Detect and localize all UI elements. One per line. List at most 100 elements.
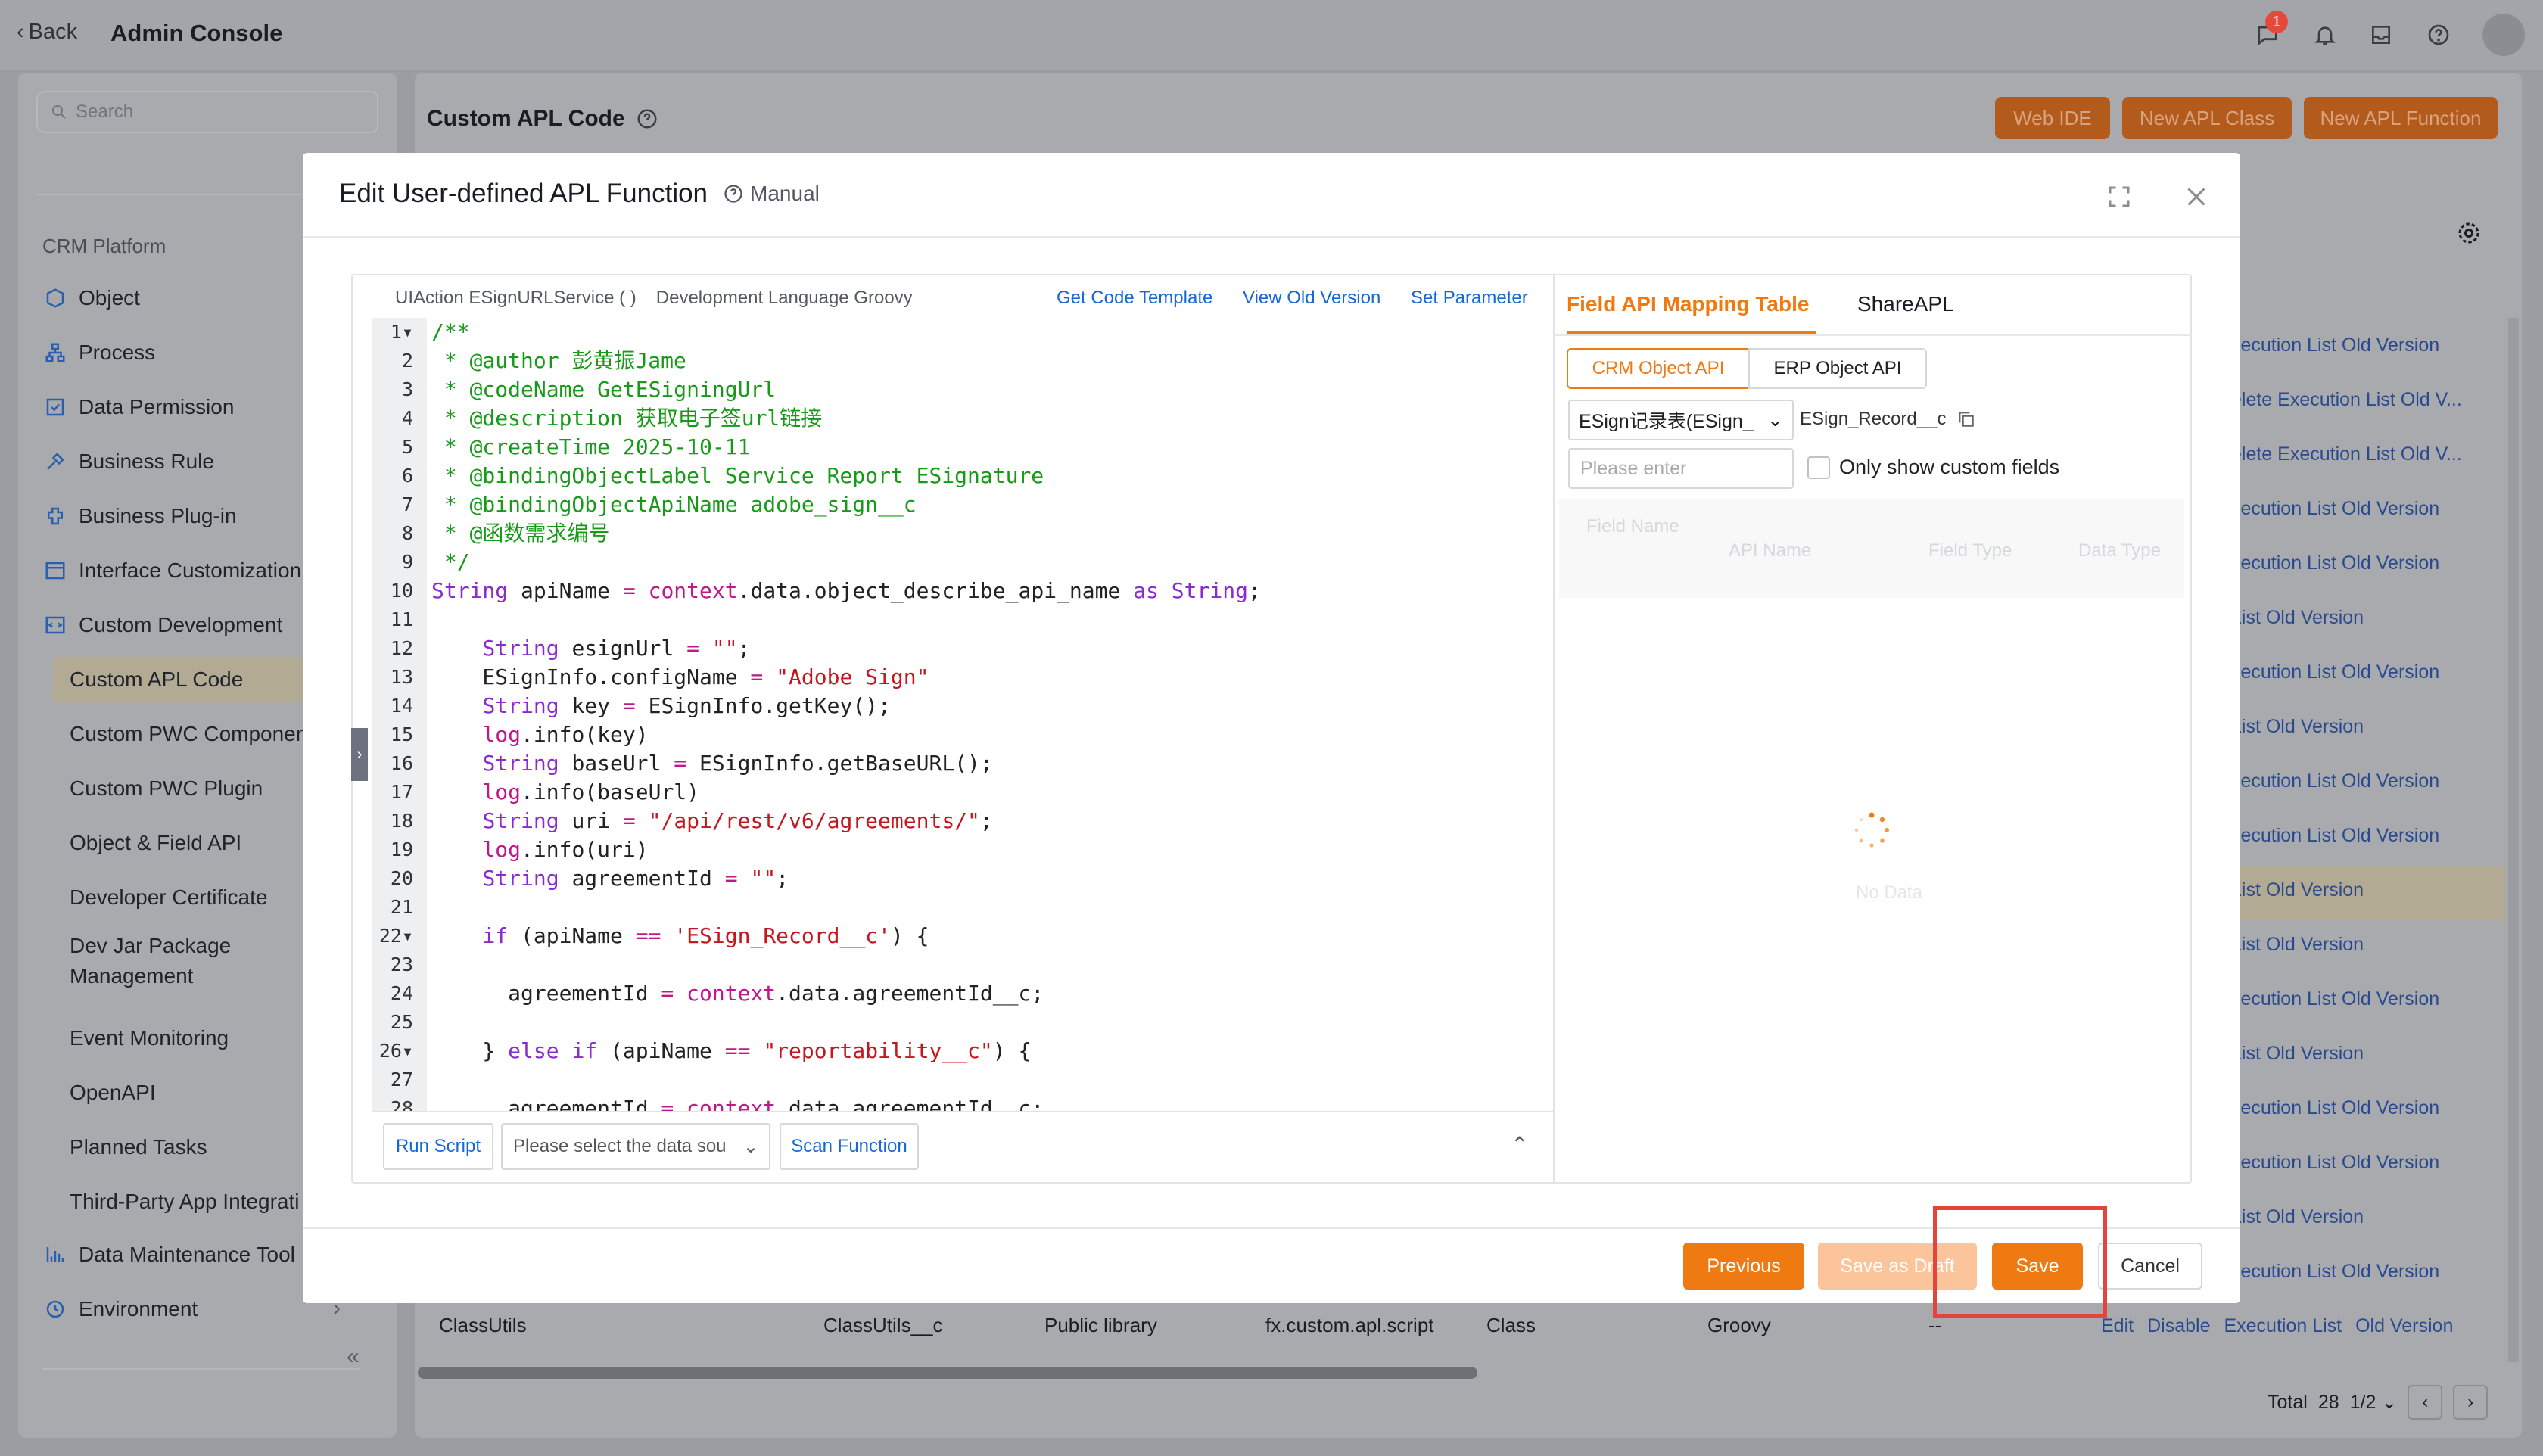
view-old-version-link[interactable]: View Old Version — [1243, 288, 1380, 309]
expand-panel-handle[interactable]: › — [351, 728, 368, 781]
avatar[interactable] — [2482, 14, 2525, 56]
code-line: log.info(uri) — [482, 837, 649, 862]
sidebar-subitem-custom-apl-code[interactable]: Custom APL Code — [53, 657, 303, 702]
row-actions[interactable]: List Old Version — [2231, 1202, 2364, 1232]
row-actions[interactable]: xecution List Old Version — [2231, 1147, 2439, 1178]
row-actions[interactable]: xecution List Old Version — [2231, 548, 2439, 578]
bell-icon[interactable] — [2308, 18, 2342, 51]
sidebar-item-business-rule[interactable]: Business Rule — [42, 439, 214, 484]
row-actions[interactable]: List Old Version — [2231, 929, 2364, 960]
set-parameter-link[interactable]: Set Parameter — [1411, 288, 1528, 309]
code-header: UIAction ESignURLService ( ) Development… — [395, 288, 913, 308]
collapse-sidebar-icon[interactable]: « — [347, 1344, 360, 1370]
code-line: String agreementId = ""; — [482, 866, 789, 891]
sidebar-subitem-custom-pwc-component[interactable]: Custom PWC Componen — [70, 711, 307, 757]
vertical-scrollbar[interactable] — [2508, 318, 2519, 1362]
new-apl-class-button[interactable]: New APL Class — [2122, 97, 2292, 139]
object-icon — [42, 285, 68, 311]
code-line: * @author 彭黄振Jame — [431, 348, 686, 373]
new-apl-function-button[interactable]: New APL Function — [2304, 97, 2498, 139]
help-icon[interactable] — [636, 107, 658, 130]
sidebar-item-custom-development[interactable]: Custom Development — [42, 602, 282, 648]
sidebar-subitem-openapi[interactable]: OpenAPI — [70, 1070, 156, 1115]
fullscreen-icon[interactable] — [2106, 183, 2136, 213]
code-line: /** — [431, 319, 470, 344]
run-script-button[interactable]: Run Script — [383, 1123, 493, 1170]
next-page-button[interactable]: › — [2453, 1385, 2489, 1420]
custom-fields-checkbox[interactable]: Only show custom fields — [1807, 456, 2059, 479]
erp-object-api-segment[interactable]: ERP Object API — [1748, 348, 1927, 389]
code-line: } else if (apiName == "reportability__c"… — [431, 1038, 1032, 1063]
sidebar-item-business-plugin[interactable]: Business Plug-in — [42, 493, 237, 539]
copy-icon[interactable] — [1956, 409, 1976, 429]
row-actions[interactable]: List Old Version — [2231, 602, 2364, 633]
top-bar: ‹ Back Admin Console 1 — [0, 0, 2543, 70]
horizontal-scrollbar[interactable] — [418, 1367, 1477, 1379]
tab-field-api-mapping[interactable]: Field API Mapping Table — [1567, 292, 1809, 316]
checkbox[interactable] — [1807, 456, 1830, 479]
chevron-up-icon[interactable]: ⌃ — [1511, 1132, 1528, 1157]
get-code-template-link[interactable]: Get Code Template — [1057, 288, 1212, 309]
empty-state-text: No Data — [1856, 882, 1923, 903]
interface-icon — [42, 558, 68, 583]
row-actions[interactable]: xecution List Old Version — [2231, 330, 2439, 360]
execution-list-link[interactable]: Execution List — [2224, 1315, 2342, 1337]
sidebar-item-data-permission[interactable]: Data Permission — [42, 384, 234, 430]
object-select[interactable]: ESign记录表(ESign_ ⌄ — [1568, 400, 1794, 440]
prev-page-button[interactable]: ‹ — [2408, 1385, 2443, 1420]
table-cell: Public library — [1044, 1314, 1157, 1336]
row-actions[interactable]: List Old Version — [2231, 1038, 2364, 1069]
code-line: * @description 获取电子签url链接 — [431, 406, 823, 431]
column-field-type: Field Type — [1928, 540, 2012, 561]
editor-footer-divider — [372, 1111, 1553, 1112]
tab-shareapl[interactable]: ShareAPL — [1857, 292, 1954, 316]
row-actions[interactable]: xecution List Old Version — [2231, 1093, 2439, 1123]
row-actions[interactable]: xecution List Old Version — [2231, 1256, 2439, 1286]
help-icon[interactable] — [2422, 18, 2455, 51]
settings-icon[interactable] — [2455, 219, 2485, 250]
sidebar-item-object[interactable]: Object — [42, 275, 140, 321]
sidebar-item-process[interactable]: Process — [42, 330, 155, 375]
sidebar-subitem-custom-pwc-plugin[interactable]: Custom PWC Plugin — [70, 766, 263, 811]
manual-link[interactable]: Manual — [723, 182, 820, 206]
sidebar-divider — [42, 1368, 360, 1370]
row-actions[interactable]: xecution List Old Version — [2231, 766, 2439, 796]
sidebar-subitem-dev-jar[interactable]: Dev Jar Package — [70, 931, 231, 961]
data-source-select[interactable]: Please select the data sou ⌄ — [501, 1123, 770, 1170]
search-input[interactable]: Search — [36, 91, 378, 133]
modal-divider — [303, 236, 2240, 238]
cancel-button[interactable]: Cancel — [2098, 1243, 2202, 1290]
row-actions[interactable]: List Old Version — [2231, 875, 2364, 905]
close-icon[interactable] — [2183, 183, 2213, 213]
row-actions[interactable]: xecution List Old Version — [2231, 984, 2439, 1014]
row-actions[interactable]: elete Execution List Old V... — [2231, 384, 2462, 415]
old-version-link[interactable]: Old Version — [2355, 1315, 2453, 1337]
sidebar-subitem-event-monitoring[interactable]: Event Monitoring — [70, 1016, 229, 1061]
sidebar-subitem-third-party[interactable]: Third-Party App Integrati — [70, 1179, 299, 1224]
back-button[interactable]: ‹ Back — [17, 20, 77, 45]
panel-divider — [1553, 274, 1555, 1184]
row-actions[interactable]: elete Execution List Old V... — [2231, 439, 2462, 469]
row-actions[interactable]: xecution List Old Version — [2231, 657, 2439, 687]
sidebar-item-data-maintenance[interactable]: Data Maintenance Tool — [42, 1232, 295, 1277]
page-select[interactable]: 1/2 ⌄ — [2350, 1391, 2398, 1414]
disable-link[interactable]: Disable — [2147, 1315, 2210, 1337]
field-search-input[interactable]: Please enter — [1568, 448, 1794, 489]
crm-object-api-segment[interactable]: CRM Object API — [1567, 348, 1750, 389]
sidebar-item-interface-customization[interactable]: Interface Customization — [42, 548, 301, 593]
sidebar-subitem-developer-certificate[interactable]: Developer Certificate — [70, 875, 267, 920]
row-actions[interactable]: xecution List Old Version — [2231, 820, 2439, 851]
code-line: if (apiName == 'ESign_Record__c') { — [482, 923, 929, 948]
code-line: log.info(key) — [482, 722, 649, 747]
sidebar-section-title: CRM Platform — [42, 235, 167, 257]
web-ide-button[interactable]: Web IDE — [1995, 97, 2110, 139]
sidebar-subitem-object-field-api[interactable]: Object & Field API — [70, 820, 241, 866]
sidebar-item-environment[interactable]: Environment — [42, 1286, 198, 1332]
code-editor[interactable]: 1▾/** 2 * @author 彭黄振Jame 3 * @codeName … — [372, 318, 1553, 1111]
scan-function-button[interactable]: Scan Function — [780, 1123, 919, 1170]
row-actions[interactable]: xecution List Old Version — [2231, 493, 2439, 524]
inbox-icon[interactable] — [2364, 18, 2398, 51]
previous-button[interactable]: Previous — [1683, 1243, 1804, 1290]
sidebar-subitem-planned-tasks[interactable]: Planned Tasks — [70, 1125, 207, 1170]
row-actions[interactable]: List Old Version — [2231, 711, 2364, 742]
